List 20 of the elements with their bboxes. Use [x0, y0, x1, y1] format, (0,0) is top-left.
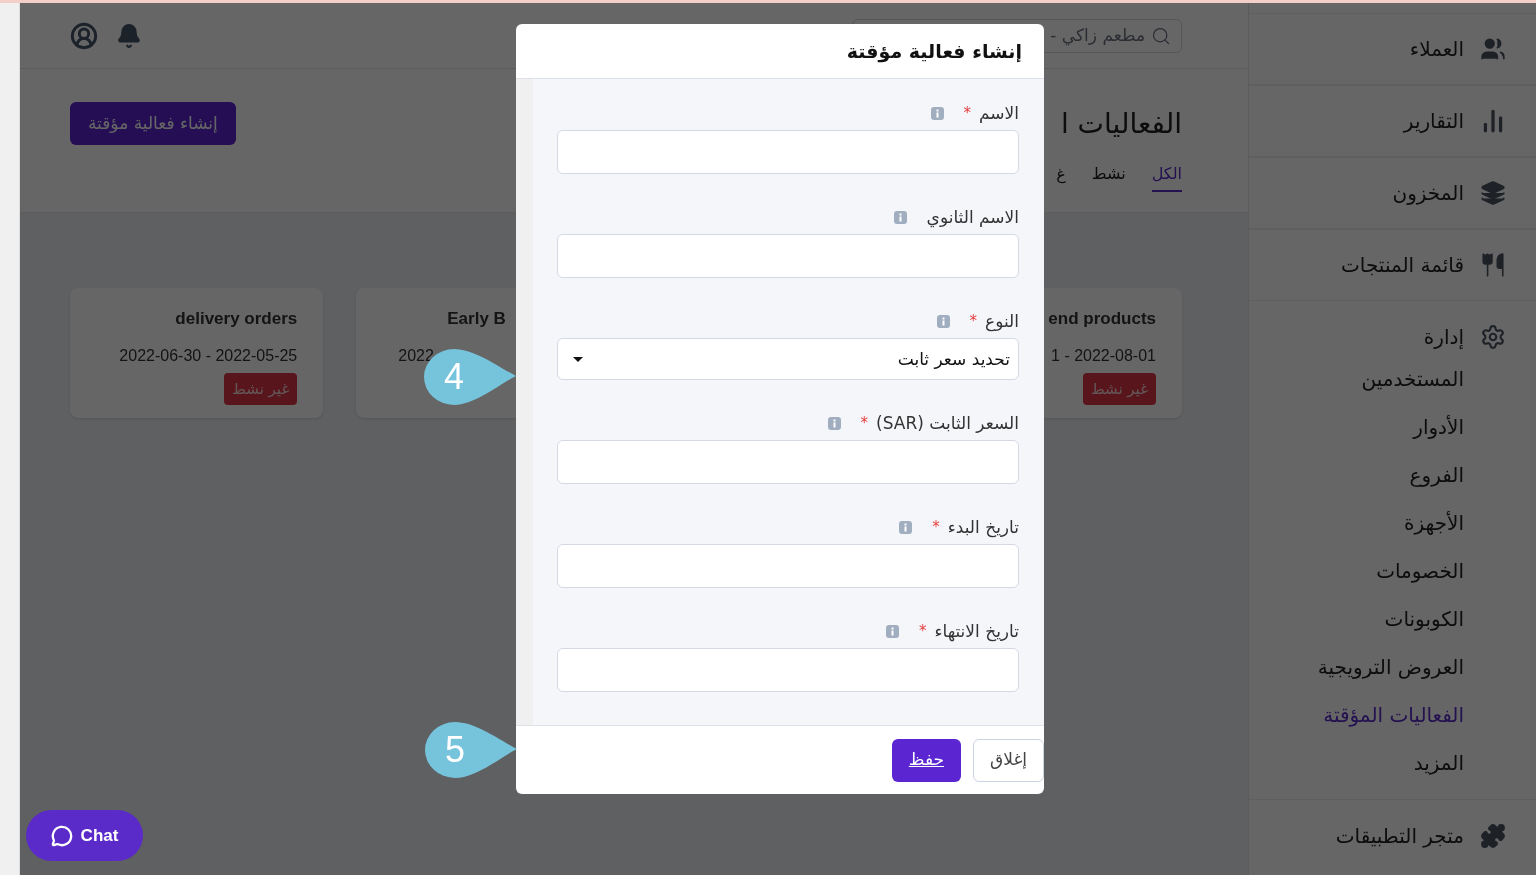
card-dates: 2022: [398, 345, 434, 366]
modal-title: إنشاء فعالية مؤقتة: [846, 38, 1022, 65]
status-badge: غير نشط: [224, 372, 298, 405]
required-mark: *: [969, 311, 978, 333]
field-label: الاسم: [979, 101, 1019, 125]
card-title: end products: [1048, 308, 1156, 330]
field-label: الاسم الثانوي: [926, 205, 1019, 230]
card-title: Early B: [447, 308, 506, 330]
field-label: تاريخ الانتهاء: [934, 619, 1019, 644]
status-badge: غير نشط: [1082, 372, 1156, 405]
required-mark: *: [860, 413, 869, 435]
required-mark: *: [918, 621, 927, 643]
card-dates: 2022-06-30 - 2022-05-25: [119, 345, 298, 366]
card-title: delivery orders: [175, 308, 298, 330]
required-mark: *: [932, 517, 940, 539]
required-mark: *: [963, 103, 971, 125]
page-title: الفعاليات ا: [1060, 106, 1182, 142]
field-label: النوع: [985, 309, 1019, 334]
card-dates: 1 - 2022-08-01: [1051, 345, 1156, 366]
field-label: تاريخ البدء: [947, 515, 1019, 540]
